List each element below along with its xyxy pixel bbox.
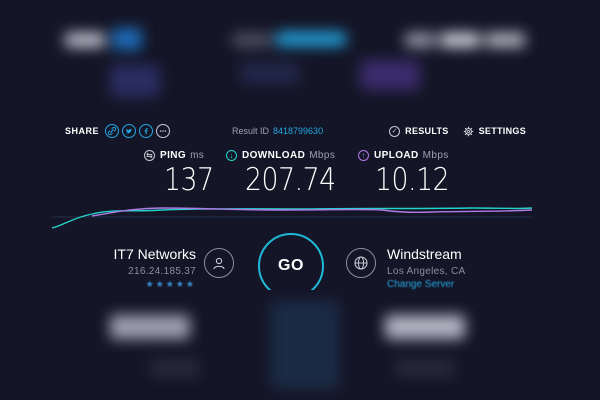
blurred-header-background [0,0,600,108]
isp-ip: 216.24.185.37 [128,266,196,277]
gear-icon [463,126,473,136]
share-more-button[interactable] [156,124,171,138]
results-button[interactable]: ✓ RESULTS [389,125,449,137]
share-twitter-button[interactable] [122,124,137,138]
change-server-link[interactable]: Change Server [387,279,454,290]
globe-icon [346,248,376,278]
speedtest-result-panel: SHARE Result ID 8418799630 ✓ RESULTS SET… [0,108,600,290]
facebook-icon [144,128,148,135]
upload-arrow-icon: ↑ [358,150,369,161]
upload-value: 10.12 [375,162,450,198]
result-id: Result ID 8418799630 [232,122,323,140]
go-button[interactable]: GO [258,233,324,290]
speed-graph [52,207,532,229]
server-location: Los Angeles, CA [387,266,466,277]
upload-unit: Mbps [422,150,449,161]
upload-graph-line [91,207,532,217]
ping-label: PING [160,150,187,161]
ping-metric: ⇆ PING ms 137 [144,150,222,197]
ping-unit: ms [190,150,205,161]
server-info: Windstream Los Angeles, CA Change Server [387,246,466,290]
download-unit: Mbps [309,150,336,161]
upload-metric: ↑ UPLOAD Mbps 10.12 [358,150,461,197]
check-circle-icon: ✓ [389,125,401,137]
ping-value: 137 [164,162,214,198]
download-arrow-icon: ↓ [226,150,237,161]
download-metric: ↓ DOWNLOAD Mbps 207.74 [226,150,350,197]
result-id-value[interactable]: 8418799630 [273,126,323,136]
link-icon [108,127,117,135]
download-label: DOWNLOAD [242,150,306,161]
share-facebook-button[interactable] [139,124,154,138]
blurred-footer-background [0,290,600,400]
result-id-label: Result ID [232,126,270,136]
server-name: Windstream [387,246,462,262]
isp-name: IT7 Networks [113,246,196,262]
twitter-icon [125,128,133,134]
download-value: 207.74 [245,162,336,198]
results-label: RESULTS [405,126,449,136]
isp-rating-stars[interactable]: ★★★★★ [146,279,196,290]
ping-icon: ⇆ [144,150,155,161]
more-icon [159,130,167,132]
isp-info: IT7 Networks 216.24.185.37 ★★★★★ [110,246,196,289]
share-link-button[interactable] [105,124,120,138]
upload-label: UPLOAD [374,150,419,161]
settings-button[interactable]: SETTINGS [463,126,526,137]
person-icon [204,248,234,278]
settings-label: SETTINGS [478,126,526,136]
share-bar: SHARE [65,122,173,140]
share-label: SHARE [65,126,100,136]
top-right-nav: ✓ RESULTS SETTINGS [375,122,526,140]
